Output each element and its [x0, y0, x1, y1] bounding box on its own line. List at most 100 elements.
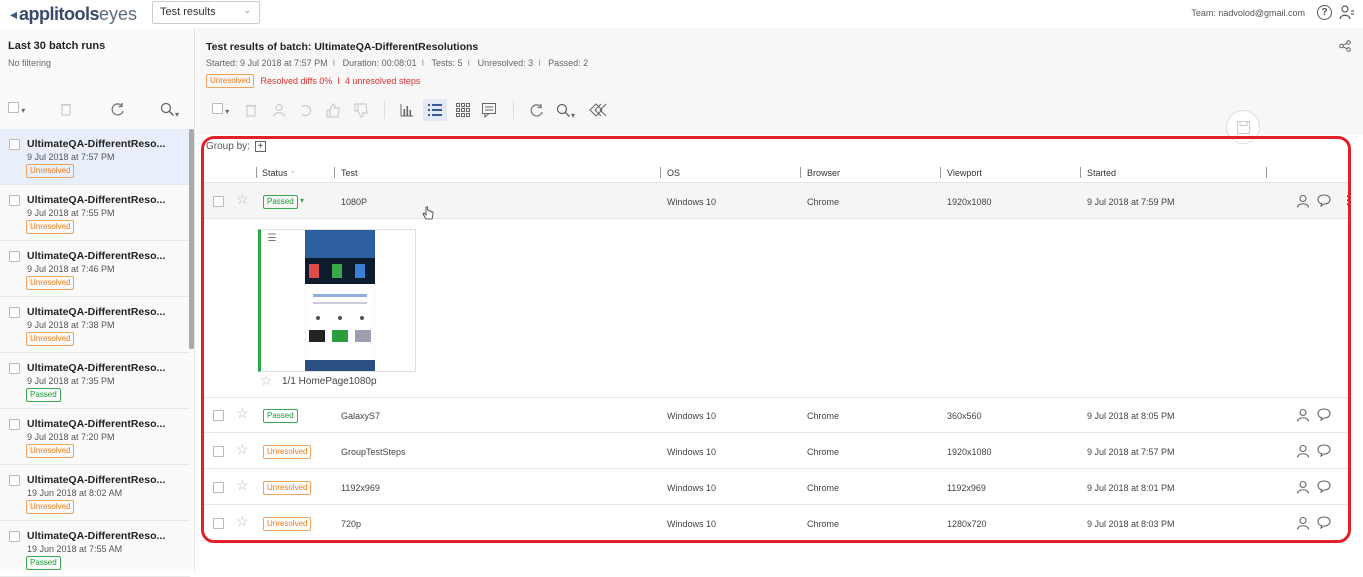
batch-checkbox[interactable]	[9, 307, 20, 318]
user-settings-icon[interactable]	[1339, 4, 1355, 20]
search-icon	[556, 103, 571, 118]
toolbar-divider	[513, 101, 514, 119]
batch-date: 9 Jul 2018 at 7:55 PM	[27, 208, 115, 218]
test-name[interactable]: GalaxyS7	[341, 411, 380, 421]
column-test-header[interactable]: Test	[341, 168, 358, 178]
refresh-icon[interactable]	[529, 103, 544, 118]
batch-item[interactable]: UltimateQA-DifferentReso... 9 Jul 2018 a…	[0, 409, 190, 465]
os-value: Windows 10	[667, 411, 717, 421]
help-icon[interactable]: ?	[1317, 5, 1332, 20]
status-badge: Unresolved	[206, 74, 255, 88]
meta-started: Started: 9 Jul 2018 at 7:57 PM	[206, 58, 328, 68]
add-group-icon[interactable]: +	[254, 141, 266, 152]
refresh-icon[interactable]	[110, 102, 125, 117]
test-name[interactable]: 1192x969	[341, 483, 380, 493]
test-name[interactable]: GroupTestSteps	[341, 447, 406, 457]
screenshot-thumbnail	[305, 230, 375, 371]
applitools-logo[interactable]: ◂ applitools eyes	[10, 4, 137, 24]
save-button[interactable]	[1226, 110, 1260, 144]
started-value: 9 Jul 2018 at 8:05 PM	[1087, 411, 1175, 421]
delete-icon[interactable]	[245, 103, 257, 117]
status-dropdown-icon[interactable]: ▾	[300, 196, 304, 205]
os-value: Windows 10	[667, 447, 717, 457]
assign-user-icon[interactable]	[272, 103, 286, 117]
more-options-icon[interactable]: ⋮	[1342, 193, 1354, 207]
select-all-checkbox[interactable]: ▾	[8, 102, 25, 116]
assign-user-icon[interactable]	[1296, 516, 1310, 530]
scrollbar[interactable]	[189, 129, 194, 349]
assign-user-icon[interactable]	[1296, 480, 1310, 494]
comment-icon[interactable]	[1317, 194, 1331, 207]
column-started-header[interactable]: Started	[1087, 168, 1116, 178]
undo-icon[interactable]	[299, 103, 313, 117]
search-icon	[160, 102, 175, 117]
batch-checkbox[interactable]	[9, 251, 20, 262]
column-browser-header[interactable]: Browser	[807, 168, 840, 178]
star-icon[interactable]: ☆	[236, 441, 249, 458]
bar-chart-icon[interactable]	[400, 103, 414, 117]
column-status-header[interactable]: Status ⌃	[262, 168, 296, 178]
os-value: Windows 10	[667, 519, 717, 529]
batch-checkbox[interactable]	[9, 419, 20, 430]
comment-icon[interactable]	[1317, 516, 1331, 529]
delete-icon[interactable]	[60, 102, 72, 116]
batch-date: 19 Jun 2018 at 8:02 AM	[27, 488, 123, 498]
row-checkbox[interactable]	[213, 446, 224, 457]
assign-user-icon[interactable]	[1296, 408, 1310, 422]
batch-item[interactable]: UltimateQA-DifferentReso... 9 Jul 2018 a…	[0, 241, 190, 297]
list-view-button[interactable]	[423, 99, 447, 121]
batch-checkbox[interactable]	[9, 363, 20, 374]
assign-user-icon[interactable]	[1296, 194, 1310, 208]
table-row[interactable]: ☆ Unresolved 720p Windows 10 Chrome 1280x…	[200, 505, 1350, 541]
table-row[interactable]: ☆ Unresolved GroupTestSteps Windows 10 Ch…	[200, 433, 1350, 469]
batch-item[interactable]: UltimateQA-DifferentReso... 9 Jul 2018 a…	[0, 353, 190, 409]
column-viewport-header[interactable]: Viewport	[947, 168, 982, 178]
star-icon[interactable]: ☆	[236, 191, 249, 208]
thumbs-down-icon[interactable]	[353, 103, 369, 118]
comments-view-icon[interactable]	[482, 103, 499, 118]
test-name[interactable]: 1080P	[341, 197, 367, 207]
table-row[interactable]: ☆ Unresolved 1192x969 Windows 10 Chrome 1…	[200, 469, 1350, 505]
step-thumbnail[interactable]	[258, 229, 416, 372]
row-checkbox[interactable]	[213, 482, 224, 493]
row-checkbox[interactable]	[213, 518, 224, 529]
search-button[interactable]: ▾	[160, 102, 179, 120]
status-badge: Unresolved	[263, 445, 312, 459]
row-checkbox[interactable]	[213, 196, 224, 207]
share-icon[interactable]	[1339, 40, 1351, 52]
table-row[interactable]: ☆ Passed ▾ 1080P Windows 10 Chrome 1920x10…	[200, 183, 1354, 219]
comment-icon[interactable]	[1317, 444, 1331, 457]
select-all-tests-checkbox[interactable]: ▾	[212, 103, 229, 117]
batch-meta: Started: 9 Jul 2018 at 7:57 PM I Duration…	[206, 58, 589, 68]
toolbar-divider	[384, 101, 385, 119]
thumbs-up-icon[interactable]	[325, 103, 341, 118]
star-icon[interactable]: ☆	[236, 405, 249, 422]
assign-user-icon[interactable]	[1296, 444, 1310, 458]
star-icon[interactable]: ☆	[236, 477, 249, 494]
comment-icon[interactable]	[1317, 480, 1331, 493]
batch-checkbox[interactable]	[9, 139, 20, 150]
row-checkbox[interactable]	[213, 410, 224, 421]
table-row[interactable]: ☆ Passed GalaxyS7 Windows 10 Chrome 360x5…	[200, 397, 1350, 433]
viewport-value: 1192x969	[947, 483, 986, 493]
batch-name: UltimateQA-DifferentReso...	[27, 138, 166, 150]
step-menu-icon[interactable]: ☰	[264, 233, 280, 247]
batch-item[interactable]: UltimateQA-DifferentReso... 19 Jun 2018 …	[0, 465, 190, 521]
search-button[interactable]: ▾	[556, 103, 575, 121]
grid-view-icon[interactable]	[456, 103, 470, 117]
comment-icon[interactable]	[1317, 408, 1331, 421]
batch-checkbox[interactable]	[9, 195, 20, 206]
star-icon[interactable]: ☆	[236, 513, 249, 530]
star-icon[interactable]: ☆	[260, 372, 273, 389]
column-os-header[interactable]: OS	[667, 168, 680, 178]
batch-checkbox[interactable]	[9, 475, 20, 486]
collapse-all-icon[interactable]	[589, 103, 609, 117]
batch-checkbox[interactable]	[9, 531, 20, 542]
batch-item[interactable]: UltimateQA-DifferentReso... 19 Jun 2018 …	[0, 521, 190, 577]
test-name[interactable]: 720p	[341, 519, 361, 529]
batch-item[interactable]: UltimateQA-DifferentReso... 9 Jul 2018 a…	[0, 185, 190, 241]
unresolved-steps: 4 unresolved steps	[344, 76, 421, 86]
view-select-dropdown[interactable]: Test results ⌄	[152, 1, 260, 24]
batch-item[interactable]: UltimateQA-DifferentReso... 9 Jul 2018 a…	[0, 297, 190, 353]
batch-item[interactable]: UltimateQA-DifferentReso... 9 Jul 2018 a…	[0, 129, 190, 185]
